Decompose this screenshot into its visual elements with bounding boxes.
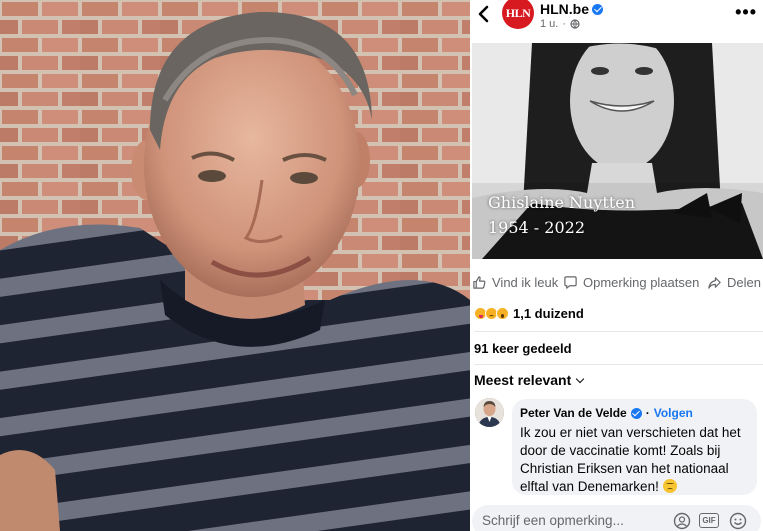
comment-sort-dropdown[interactable]: Meest relevant xyxy=(474,372,585,388)
comment-body: Ik zou er niet van verschieten dat het d… xyxy=(520,424,749,496)
post-actions: Vind ik leuk Opmerking plaatsen Delen xyxy=(470,270,763,298)
gif-icon[interactable]: GIF xyxy=(699,513,719,528)
reactions-count: 1,1 duizend xyxy=(513,306,584,321)
comment-author[interactable]: Peter Van de Velde xyxy=(520,406,627,420)
back-arrow-icon[interactable] xyxy=(474,4,494,24)
follow-button[interactable]: Volgen xyxy=(654,406,693,420)
reaction-emojis xyxy=(474,307,509,320)
verified-badge-icon xyxy=(630,407,642,419)
wow-reaction-icon xyxy=(496,307,509,320)
commenter-avatar[interactable] xyxy=(475,398,504,427)
comment-sort-label: Meest relevant xyxy=(474,372,572,388)
comment-text: Ik zou er niet van verschieten dat het d… xyxy=(520,425,741,494)
facebook-post-panel: HLN HLN.be 1 u. · ••• Ghislaine Nuytten … xyxy=(470,0,763,531)
comment-button[interactable]: Opmerking plaatsen xyxy=(563,275,699,290)
page-name-label: HLN.be xyxy=(540,1,589,17)
like-label: Vind ik leuk xyxy=(492,275,559,290)
share-button[interactable]: Delen xyxy=(707,275,761,290)
comment-bubble-icon xyxy=(564,276,577,289)
post-image[interactable]: Ghislaine Nuytten 1954 - 2022 xyxy=(472,43,763,259)
portrait-photo xyxy=(0,0,470,531)
post-meta: 1 u. · xyxy=(540,18,580,30)
reactions-summary[interactable]: 1,1 duizend xyxy=(474,306,584,321)
comment-composer: GIF xyxy=(472,505,761,531)
separator-dot: · xyxy=(645,406,650,420)
verified-badge-icon xyxy=(592,3,603,15)
page-avatar[interactable]: HLN xyxy=(502,0,534,29)
share-label: Delen xyxy=(727,275,761,290)
separator-dot: · xyxy=(562,18,567,30)
comment-header: Peter Van de Velde · Volgen xyxy=(520,406,749,420)
avatar-sticker-icon[interactable] xyxy=(673,512,691,530)
thumbs-up-icon xyxy=(473,276,486,289)
portrait-illustration xyxy=(0,0,470,531)
like-button[interactable]: Vind ik leuk xyxy=(472,275,558,290)
disappointed-face-icon xyxy=(662,479,677,493)
more-options-icon[interactable]: ••• xyxy=(735,2,757,23)
page-name[interactable]: HLN.be xyxy=(540,1,603,17)
comment-bubble: Peter Van de Velde · Volgen Ik zou er ni… xyxy=(512,399,757,495)
share-count[interactable]: 91 keer gedeeld xyxy=(474,341,572,356)
comment-input[interactable] xyxy=(482,511,662,529)
memorial-name: Ghislaine Nuytten xyxy=(488,193,636,212)
page-logo-text: HLN xyxy=(505,5,531,20)
commenter-avatar-image xyxy=(475,398,504,427)
divider xyxy=(474,364,763,365)
emoji-icon[interactable] xyxy=(729,512,747,530)
post-time: 1 u. xyxy=(540,18,559,30)
chevron-down-icon xyxy=(576,374,585,383)
divider xyxy=(474,331,763,332)
globe-icon xyxy=(570,19,580,29)
post-header: HLN HLN.be 1 u. · ••• xyxy=(470,0,763,42)
memorial-years: 1954 - 2022 xyxy=(488,218,586,237)
share-arrow-icon xyxy=(708,277,721,289)
comment-label: Opmerking plaatsen xyxy=(583,275,700,290)
